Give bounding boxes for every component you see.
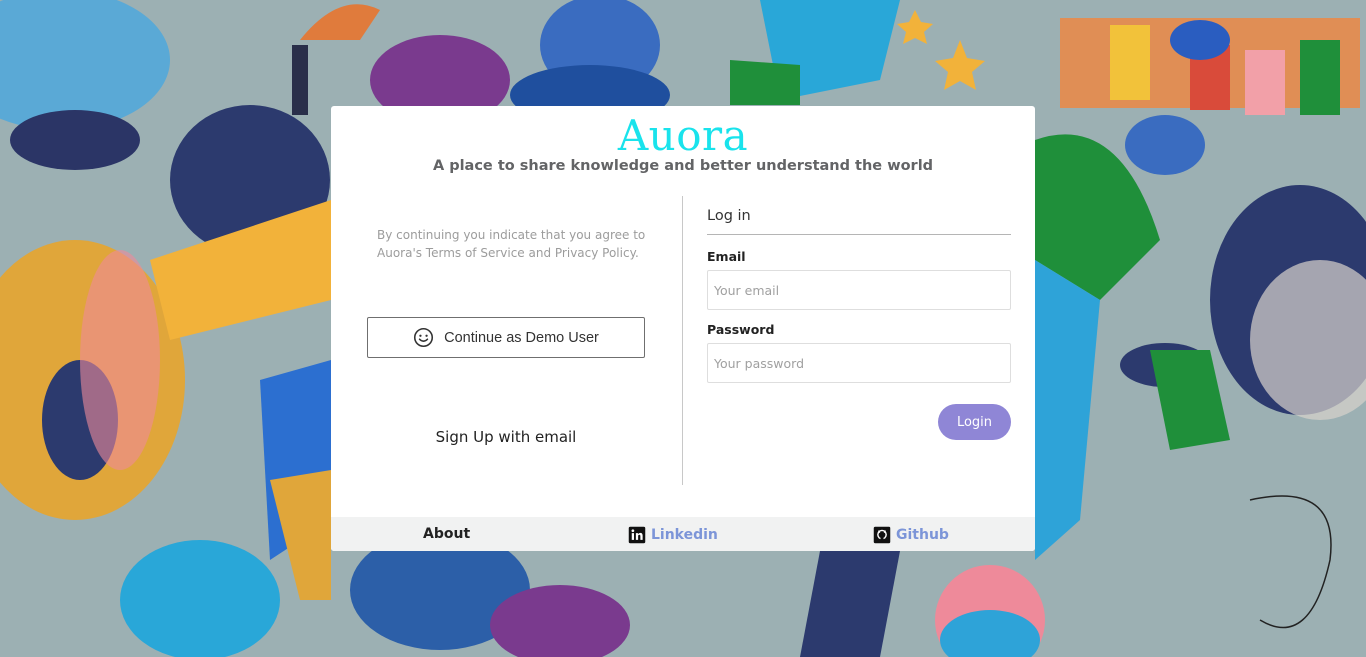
terms-notice: By continuing you indicate that you agre… bbox=[377, 228, 646, 260]
vertical-divider bbox=[682, 196, 683, 485]
linkedin-label: Linkedin bbox=[651, 527, 718, 543]
login-card: Auora A place to share knowledge and bet… bbox=[331, 106, 1035, 551]
email-input[interactable] bbox=[707, 270, 1011, 310]
github-link[interactable]: Github bbox=[873, 526, 949, 544]
password-label: Password bbox=[707, 322, 775, 337]
app-logo: Auora bbox=[617, 111, 749, 160]
login-heading: Log in bbox=[707, 208, 1011, 235]
password-input[interactable] bbox=[707, 343, 1011, 383]
demo-user-label: Continue as Demo User bbox=[444, 329, 599, 346]
linkedin-icon bbox=[628, 526, 646, 544]
tagline: A place to share knowledge and better un… bbox=[432, 158, 934, 174]
about-link[interactable]: About bbox=[423, 526, 470, 542]
login-button[interactable]: Login bbox=[938, 404, 1011, 440]
email-label: Email bbox=[707, 249, 746, 264]
demo-user-button[interactable]: Continue as Demo User bbox=[367, 317, 645, 358]
smiley-icon bbox=[414, 327, 434, 348]
github-label: Github bbox=[896, 527, 949, 543]
footer-bar: About Linkedin Github bbox=[331, 517, 1035, 551]
github-icon bbox=[873, 526, 891, 544]
linkedin-link[interactable]: Linkedin bbox=[628, 526, 718, 544]
signup-email-link[interactable]: Sign Up with email bbox=[367, 428, 645, 446]
